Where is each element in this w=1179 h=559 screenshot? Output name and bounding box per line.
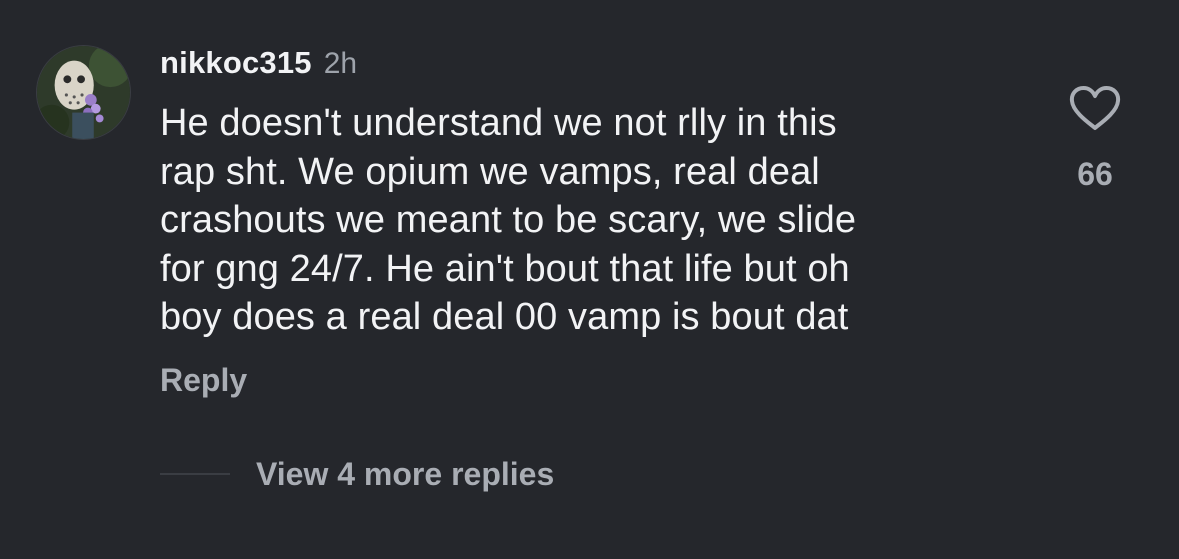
username[interactable]: nikkoc315 (160, 45, 312, 81)
comment-text-line: He doesn't understand we not rlly in thi… (160, 102, 837, 144)
view-more-replies-button[interactable]: View 4 more replies (256, 456, 554, 493)
comment-text-line: for gng 24/7. He ain't bout that life bu… (160, 247, 850, 290)
comment-text-line: rap sht. We opium we vamps, real deal (160, 150, 820, 193)
comment-header: nikkoc315 2h (160, 45, 357, 85)
heart-outline-icon (1069, 86, 1121, 130)
avatar-image (37, 46, 130, 139)
avatar[interactable] (36, 45, 131, 140)
like-count: 66 (1077, 156, 1113, 192)
reply-button[interactable]: Reply (160, 362, 247, 399)
comment-text-line: boy does a real deal 00 vamp is bout dat (160, 296, 849, 338)
like-button[interactable] (1068, 84, 1122, 132)
comment: nikkoc315 2h He doesn't understand we no… (0, 0, 1179, 559)
more-replies-row: View 4 more replies (160, 453, 554, 495)
comment-text: He doesn't understand we not rlly in thi… (160, 99, 990, 342)
timestamp: 2h (323, 47, 358, 80)
comment-text-line: crashouts we meant to be scary, we slide (160, 199, 857, 241)
replies-divider (160, 473, 230, 475)
